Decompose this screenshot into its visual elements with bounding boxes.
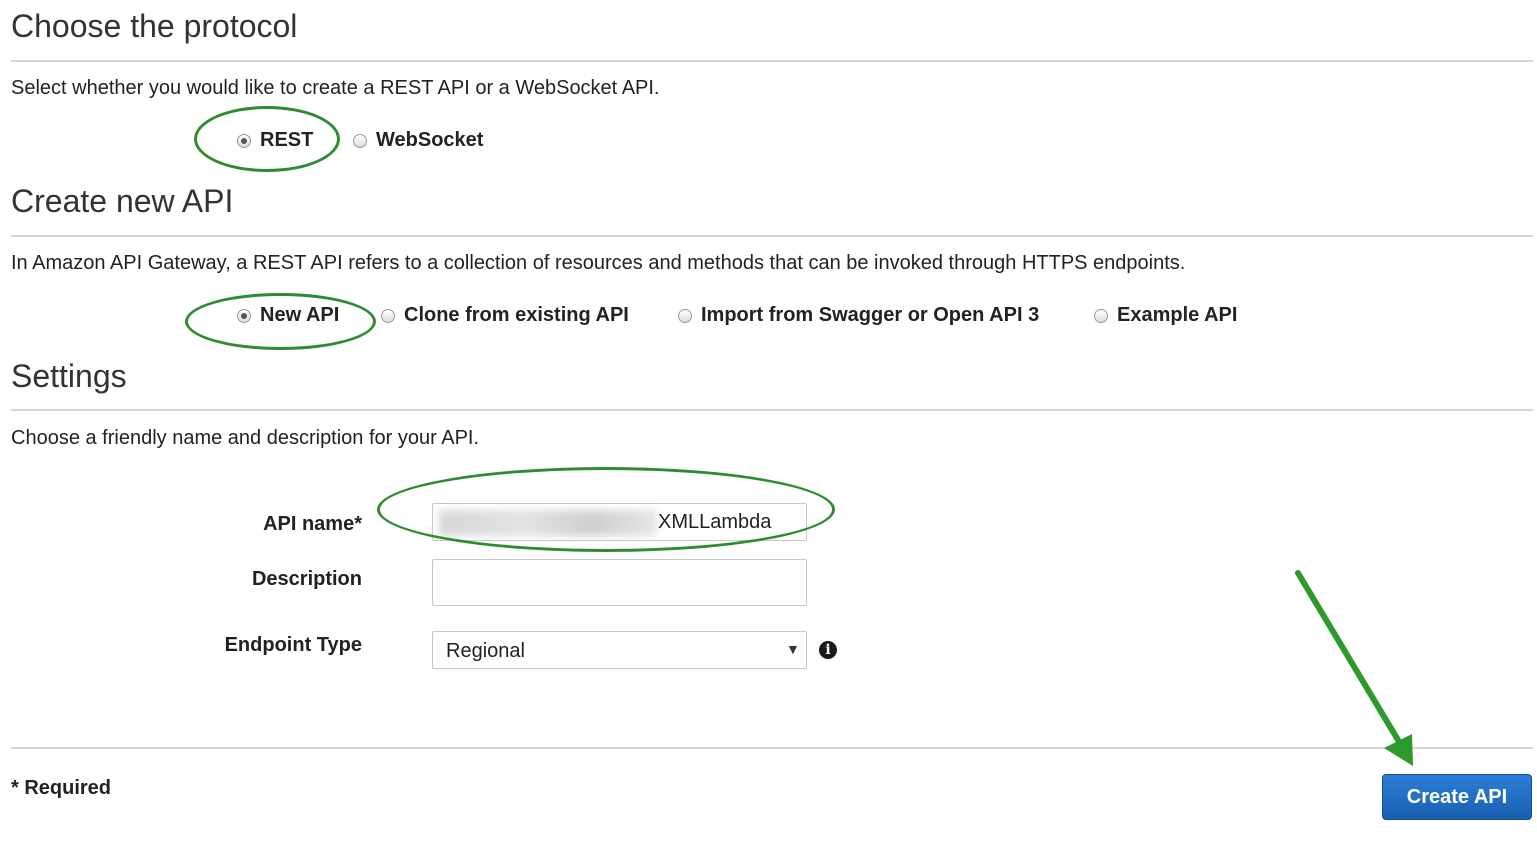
radio-import-swagger[interactable]: Import from Swagger or Open API 3 (678, 304, 1039, 327)
radio-example-api-label[interactable]: Example API (1117, 304, 1237, 327)
radio-import-swagger-dot[interactable] (678, 308, 692, 323)
radio-example-api-dot[interactable] (1094, 308, 1108, 323)
protocol-divider (11, 60, 1533, 62)
api-name-highlight-ellipse (377, 467, 835, 552)
radio-clone-api-dot[interactable] (381, 308, 395, 323)
green-arrow-annotation (1295, 570, 1413, 766)
description-input[interactable] (432, 559, 807, 606)
endpoint-type-label: Endpoint Type (224, 634, 362, 656)
api-name-label: API name* (263, 513, 362, 535)
settings-description: Choose a friendly name and description f… (11, 427, 480, 449)
info-icon[interactable]: i (819, 641, 837, 659)
endpoint-type-value: Regional (446, 640, 525, 662)
chevron-down-icon: ▼ (786, 641, 800, 657)
radio-import-swagger-label[interactable]: Import from Swagger or Open API 3 (701, 304, 1039, 327)
endpoint-type-select[interactable]: Regional ▼ (432, 631, 807, 669)
radio-clone-api-label[interactable]: Clone from existing API (404, 304, 629, 327)
radio-clone-api[interactable]: Clone from existing API (381, 304, 629, 327)
radio-websocket-label[interactable]: WebSocket (376, 129, 483, 152)
protocol-heading: Choose the protocol (11, 8, 298, 44)
arrow-shaft (1295, 570, 1401, 743)
create-heading: Create new API (11, 183, 234, 219)
create-api-button[interactable]: Create API (1382, 774, 1532, 820)
protocol-description: Select whether you would like to create … (11, 77, 660, 99)
settings-divider (11, 409, 1533, 411)
radio-example-api[interactable]: Example API (1094, 304, 1237, 327)
required-note: * Required (11, 777, 112, 799)
create-description: In Amazon API Gateway, a REST API refers… (11, 252, 1186, 274)
radio-websocket[interactable]: WebSocket (353, 129, 483, 152)
settings-heading: Settings (11, 358, 127, 394)
description-label: Description (251, 568, 362, 590)
radio-websocket-dot[interactable] (353, 133, 367, 148)
new-api-highlight-ellipse (185, 293, 376, 350)
create-divider (11, 235, 1533, 237)
rest-highlight-ellipse (194, 106, 340, 172)
